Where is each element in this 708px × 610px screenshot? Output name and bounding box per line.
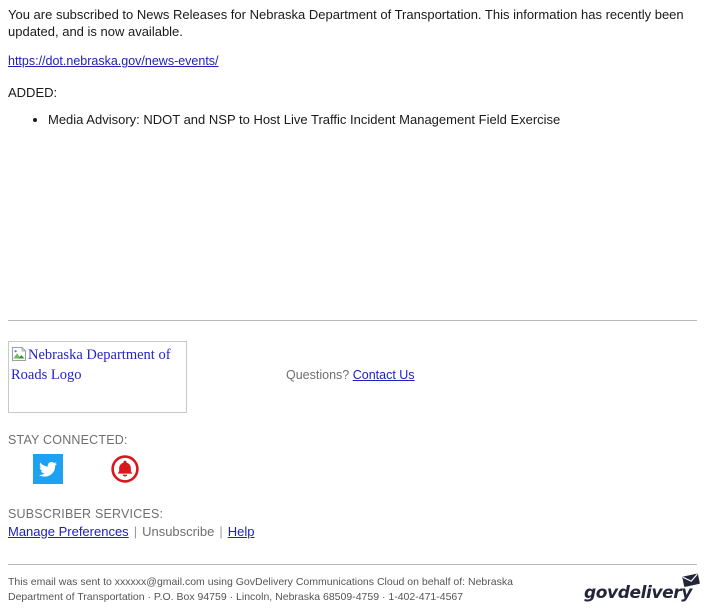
questions-label: Questions? [286,368,350,382]
intro-paragraph: You are subscribed to News Releases for … [8,7,684,39]
govdelivery-wordmark: govdelivery [584,583,692,603]
legal-text-block: This email was sent to xxxxxx@gmail.com … [8,575,568,605]
govdelivery-logo: govdelivery [584,572,702,604]
link-separator-1: | [133,524,138,539]
added-items-list: Media Advisory: NDOT and NSP to Host Liv… [8,111,696,128]
stay-connected-label: STAY CONNECTED: [8,433,128,447]
stay-connected-section: STAY CONNECTED: [8,432,708,484]
brand-row: Nebraska Department of Roads Logo Questi… [0,336,708,432]
news-events-url-line: https://dot.nebraska.gov/news-events/ [8,54,696,69]
questions-block: Questions? Contact Us [286,368,415,382]
social-icons-row [26,454,708,484]
contact-us-link[interactable]: Contact Us [353,368,415,382]
unsubscribe-link[interactable]: Unsubscribe [142,524,214,539]
subscriber-services-links: Manage Preferences | Unsubscribe | Help [8,523,708,541]
subscriber-services-section: SUBSCRIBER SERVICES: Manage Preferences |… [8,506,708,541]
added-section-label: ADDED: [8,85,58,100]
footer-top-divider [8,320,697,321]
notification-bell-icon[interactable] [110,454,140,484]
news-events-link[interactable]: https://dot.nebraska.gov/news-events/ [8,54,219,68]
link-separator-2: | [219,524,223,539]
broken-image-icon [11,346,27,362]
list-item: Media Advisory: NDOT and NSP to Host Liv… [48,111,696,128]
legal-line-2: Transportation · P.O. Box 94759 · Lincol… [77,591,464,603]
agency-logo-alt-text: Nebraska Department of Roads Logo [9,342,186,385]
envelope-icon [681,572,701,588]
agency-logo-alt-label: Nebraska Department of Roads Logo [11,347,171,383]
help-link[interactable]: Help [228,524,255,539]
agency-logo-placeholder[interactable]: Nebraska Department of Roads Logo [8,341,187,413]
twitter-icon[interactable] [33,454,63,484]
email-body: You are subscribed to News Releases for … [0,0,708,128]
manage-preferences-link[interactable]: Manage Preferences [8,524,129,539]
legal-footer: This email was sent to xxxxxx@gmail.com … [0,564,708,610]
subscriber-services-label: SUBSCRIBER SERVICES: [8,507,164,521]
legal-divider [8,564,697,565]
